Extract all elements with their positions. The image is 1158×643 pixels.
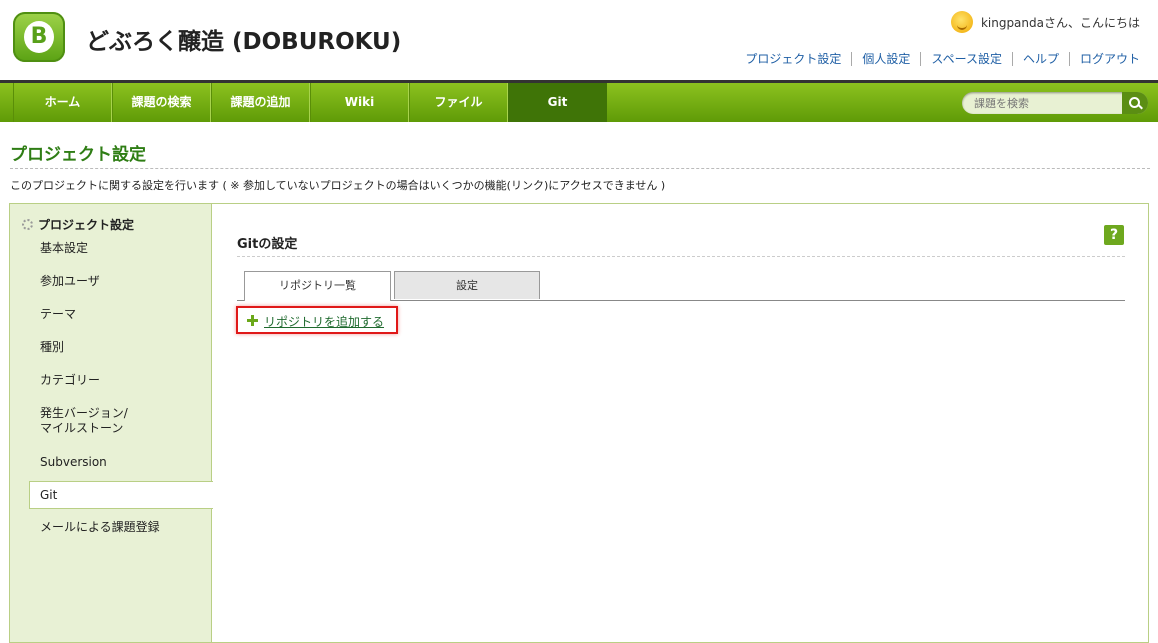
sidebar-item-categories[interactable]: カテゴリー <box>40 373 100 388</box>
section-title: Gitの設定 <box>237 237 298 252</box>
page-title: プロジェクト設定 <box>10 145 146 165</box>
sidebar-item-subversion[interactable]: Subversion <box>40 455 107 470</box>
link-project-settings[interactable]: プロジェクト設定 <box>735 52 851 66</box>
user-greeting: kingpandaさん、こんにちは <box>980 15 1140 30</box>
nav-tab-issue-search[interactable]: 課題の検索 <box>112 83 211 122</box>
nav-tab-files[interactable]: ファイル <box>409 83 508 122</box>
tab-settings[interactable]: 設定 <box>394 271 540 299</box>
search-icon[interactable] <box>1122 92 1148 114</box>
sidebar-item-mail-issue[interactable]: メールによる課題登録 <box>40 520 160 535</box>
user-avatar-icon[interactable] <box>950 11 973 33</box>
title-divider <box>10 168 1150 169</box>
sidebar-heading-label: プロジェクト設定 <box>38 218 135 232</box>
logo-b-icon: B <box>24 21 54 53</box>
tab-repository-list[interactable]: リポジトリ一覧 <box>244 271 391 301</box>
link-logout[interactable]: ログアウト <box>1068 52 1140 66</box>
sidebar-item-basic[interactable]: 基本設定 <box>40 241 88 256</box>
header: B どぶろく醸造 (DOBUROKU) kingpandaさん、こんにちは プロ… <box>0 0 1158 80</box>
add-repository-highlight: リポジトリを追加する <box>236 306 398 334</box>
sidebar-heading: プロジェクト設定 <box>21 216 134 233</box>
gear-icon <box>21 218 34 231</box>
global-nav: ホーム 課題の検索 課題の追加 Wiki ファイル Git <box>0 80 1158 122</box>
plus-icon <box>247 315 258 326</box>
add-repository-link[interactable]: リポジトリを追加する <box>264 313 384 330</box>
nav-tab-git[interactable]: Git <box>508 83 607 122</box>
git-tab-bar: リポジトリ一覧 設定 <box>237 271 1125 301</box>
issue-search-input[interactable] <box>962 92 1124 114</box>
issue-search-box <box>962 92 1148 114</box>
page-description: このプロジェクトに関する設定を行います ( ※ 参加していないプロジェクトの場合… <box>10 179 666 192</box>
link-personal-settings[interactable]: 個人設定 <box>851 52 920 66</box>
backlog-logo[interactable]: B <box>13 12 65 62</box>
sidebar-item-members[interactable]: 参加ユーザ <box>40 274 100 289</box>
help-icon[interactable]: ? <box>1104 225 1124 245</box>
site-title[interactable]: どぶろく醸造 (DOBUROKU) <box>86 22 401 56</box>
user-area: kingpandaさん、こんにちは <box>950 10 1140 34</box>
nav-tab-add-issue[interactable]: 課題の追加 <box>211 83 310 122</box>
link-space-settings[interactable]: スペース設定 <box>920 52 1012 66</box>
section-divider <box>237 256 1125 257</box>
settings-panel: プロジェクト設定 基本設定 参加ユーザ テーマ 種別 カテゴリー 発生バージョン… <box>9 203 1149 643</box>
sidebar-item-versions[interactable]: 発生バージョン/ マイルストーン <box>40 406 128 436</box>
sidebar-item-issue-types[interactable]: 種別 <box>40 340 64 355</box>
nav-tab-wiki[interactable]: Wiki <box>310 83 409 122</box>
sidebar-item-git[interactable]: Git <box>29 481 213 509</box>
settings-sidebar: プロジェクト設定 基本設定 参加ユーザ テーマ 種別 カテゴリー 発生バージョン… <box>10 204 213 642</box>
sidebar-item-theme[interactable]: テーマ <box>40 307 76 322</box>
top-links: プロジェクト設定 個人設定 スペース設定 ヘルプ ログアウト <box>735 52 1140 66</box>
link-help[interactable]: ヘルプ <box>1011 52 1069 66</box>
nav-tab-home[interactable]: ホーム <box>13 83 112 122</box>
